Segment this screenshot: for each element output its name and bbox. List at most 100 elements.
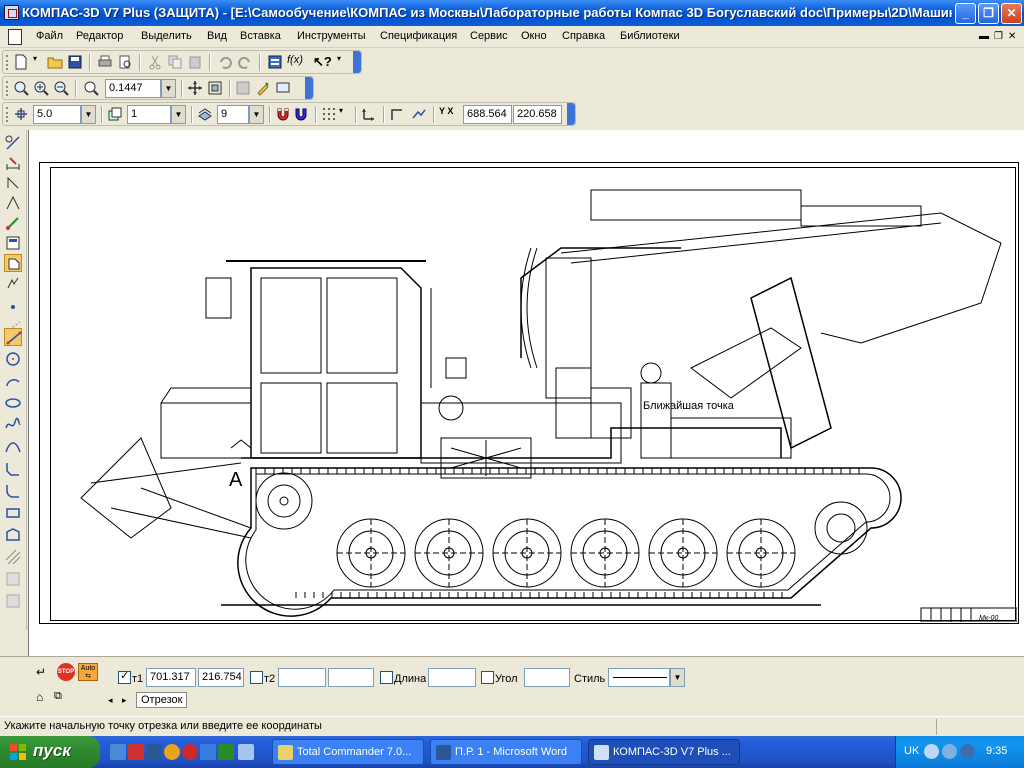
auto-button[interactable]: Auto ⇆ — [78, 663, 98, 681]
menu-tools[interactable]: Инструменты — [297, 30, 366, 42]
spec-panel-icon[interactable] — [4, 274, 22, 292]
grid-icon[interactable] — [321, 106, 339, 123]
title-bar[interactable]: КОМПАС-3D V7 Plus (ЗАЩИТА) - [E:\Самообу… — [0, 0, 1024, 26]
enter-arrow-icon[interactable]: ↵ — [36, 665, 52, 679]
step-cursor-icon[interactable] — [13, 106, 31, 123]
redo-icon[interactable] — [237, 54, 255, 71]
select-panel-icon[interactable] — [4, 254, 22, 272]
step-dropdown-icon[interactable]: ▼ — [81, 105, 96, 124]
task-word[interactable]: П.Р. 1 - Microsoft Word — [430, 739, 582, 765]
angle-field[interactable] — [524, 668, 570, 687]
collect-contour-icon[interactable] — [4, 592, 22, 610]
t1-y-field[interactable]: 216.754 — [198, 668, 244, 687]
menu-service[interactable]: Сервис — [470, 30, 508, 42]
clock[interactable]: 9:35 — [986, 745, 1007, 757]
circle-tool-icon[interactable] — [4, 350, 22, 368]
menu-select[interactable]: Выделить — [141, 30, 192, 42]
pan-icon[interactable] — [187, 80, 205, 97]
zoom-in-icon[interactable] — [33, 80, 51, 97]
menu-libraries[interactable]: Библиотеки — [620, 30, 680, 42]
ortho-icon[interactable] — [389, 106, 407, 123]
quicklaunch-opera-icon[interactable] — [182, 744, 198, 760]
close-button[interactable]: ✕ — [1001, 3, 1022, 24]
kompas-app-icon[interactable] — [4, 5, 19, 20]
print-icon[interactable] — [97, 54, 115, 71]
quicklaunch-ie-icon[interactable] — [200, 744, 216, 760]
display-icon[interactable] — [275, 80, 293, 97]
zoom-dropdown-icon[interactable]: ▼ — [161, 79, 176, 98]
rebuild-icon[interactable] — [255, 80, 273, 97]
menu-specification[interactable]: Спецификация — [380, 30, 457, 42]
arc-tool-icon[interactable] — [4, 372, 22, 390]
layer-dropdown-icon[interactable]: ▼ — [171, 105, 186, 124]
tab-scroll-right-icon[interactable]: ▸ — [122, 695, 127, 706]
zoom-out-icon[interactable] — [53, 80, 71, 97]
new-dropdown-icon[interactable]: ▾ — [33, 54, 43, 71]
refresh-icon[interactable] — [235, 80, 253, 97]
quicklaunch-app-icon[interactable] — [218, 744, 234, 760]
quicklaunch-more-icon[interactable] — [238, 744, 254, 760]
camera-icon[interactable]: ⌂ — [36, 690, 52, 704]
step-value-field[interactable]: 5.0 — [33, 105, 81, 124]
stop-button[interactable]: STOP — [57, 663, 75, 681]
view-dropdown-icon[interactable]: ▼ — [249, 105, 264, 124]
drawing-workspace[interactable]: А Ближайшая точка Мк-00 — [28, 130, 1024, 656]
mdi-restore-icon[interactable]: ❐ — [994, 31, 1003, 42]
t2-x-field[interactable] — [278, 668, 326, 687]
view-value-field[interactable]: 9 — [217, 105, 249, 124]
chamfer-tool-icon[interactable] — [4, 460, 22, 478]
local-snap-icon[interactable] — [293, 106, 311, 123]
zoom-window-icon[interactable] — [13, 80, 31, 97]
local-cs-icon[interactable] — [361, 106, 379, 123]
save-icon[interactable] — [67, 54, 85, 71]
contour-tool-icon[interactable] — [4, 526, 22, 544]
copy-properties-icon[interactable]: ⧉ — [54, 690, 70, 704]
menu-window[interactable]: Окно — [521, 30, 547, 42]
t1-x-field[interactable]: 701.317 — [146, 668, 196, 687]
quicklaunch-desktop-icon[interactable] — [110, 744, 126, 760]
print-preview-icon[interactable] — [117, 54, 135, 71]
point-tool-icon[interactable] — [4, 298, 22, 316]
quicklaunch-word-icon[interactable] — [146, 744, 162, 760]
start-button[interactable]: пуск — [0, 736, 100, 768]
menu-view[interactable]: Вид — [207, 30, 227, 42]
angle-checkbox[interactable] — [481, 671, 494, 684]
segment-tool-icon[interactable] — [4, 328, 22, 346]
measure-panel-icon[interactable] — [4, 234, 22, 252]
dimensions-panel-icon[interactable] — [4, 154, 22, 172]
geometry-panel-icon[interactable] — [4, 134, 22, 152]
tray-app-icon[interactable] — [960, 744, 975, 759]
spline-tool-icon[interactable] — [4, 416, 22, 434]
function-icon[interactable]: f(x) — [287, 54, 305, 71]
line-style-dropdown-icon[interactable]: ▼ — [670, 668, 685, 687]
cursor-x-field[interactable]: 688.564 — [463, 105, 512, 124]
language-indicator[interactable]: UK — [904, 745, 919, 757]
new-file-icon[interactable] — [13, 54, 31, 71]
rectangle-tool-icon[interactable] — [4, 504, 22, 522]
cursor-y-field[interactable]: 220.658 — [513, 105, 562, 124]
equidistant-tool-icon[interactable] — [4, 570, 22, 588]
quicklaunch-media-icon[interactable] — [164, 744, 180, 760]
line-style-select[interactable] — [608, 668, 670, 687]
menu-editor[interactable]: Редактор — [76, 30, 123, 42]
paste-icon[interactable] — [187, 54, 205, 71]
task-total-commander[interactable]: Total Commander 7.0... — [272, 739, 424, 765]
menu-file[interactable]: Файл — [36, 30, 63, 42]
zoom-value-field[interactable]: 0.1447 — [105, 79, 161, 98]
symbols-panel-icon[interactable] — [4, 174, 22, 192]
t2-checkbox[interactable] — [250, 671, 263, 684]
menu-help[interactable]: Справка — [562, 30, 605, 42]
copy-icon[interactable] — [167, 54, 185, 71]
length-checkbox[interactable] — [380, 671, 393, 684]
tray-arrow-icon[interactable] — [924, 744, 939, 759]
task-kompas[interactable]: КОМПАС-3D V7 Plus ... — [588, 739, 740, 765]
ellipse-tool-icon[interactable] — [4, 394, 22, 412]
snap-magnet-icon[interactable] — [275, 106, 293, 123]
open-file-icon[interactable] — [47, 54, 65, 71]
cut-icon[interactable] — [147, 54, 165, 71]
edit-panel-icon[interactable] — [4, 194, 22, 212]
quicklaunch-printer-icon[interactable] — [128, 744, 144, 760]
fillet-tool-icon[interactable] — [4, 482, 22, 500]
layer-value-field[interactable]: 1 — [127, 105, 171, 124]
minimize-button[interactable]: _ — [955, 3, 976, 24]
